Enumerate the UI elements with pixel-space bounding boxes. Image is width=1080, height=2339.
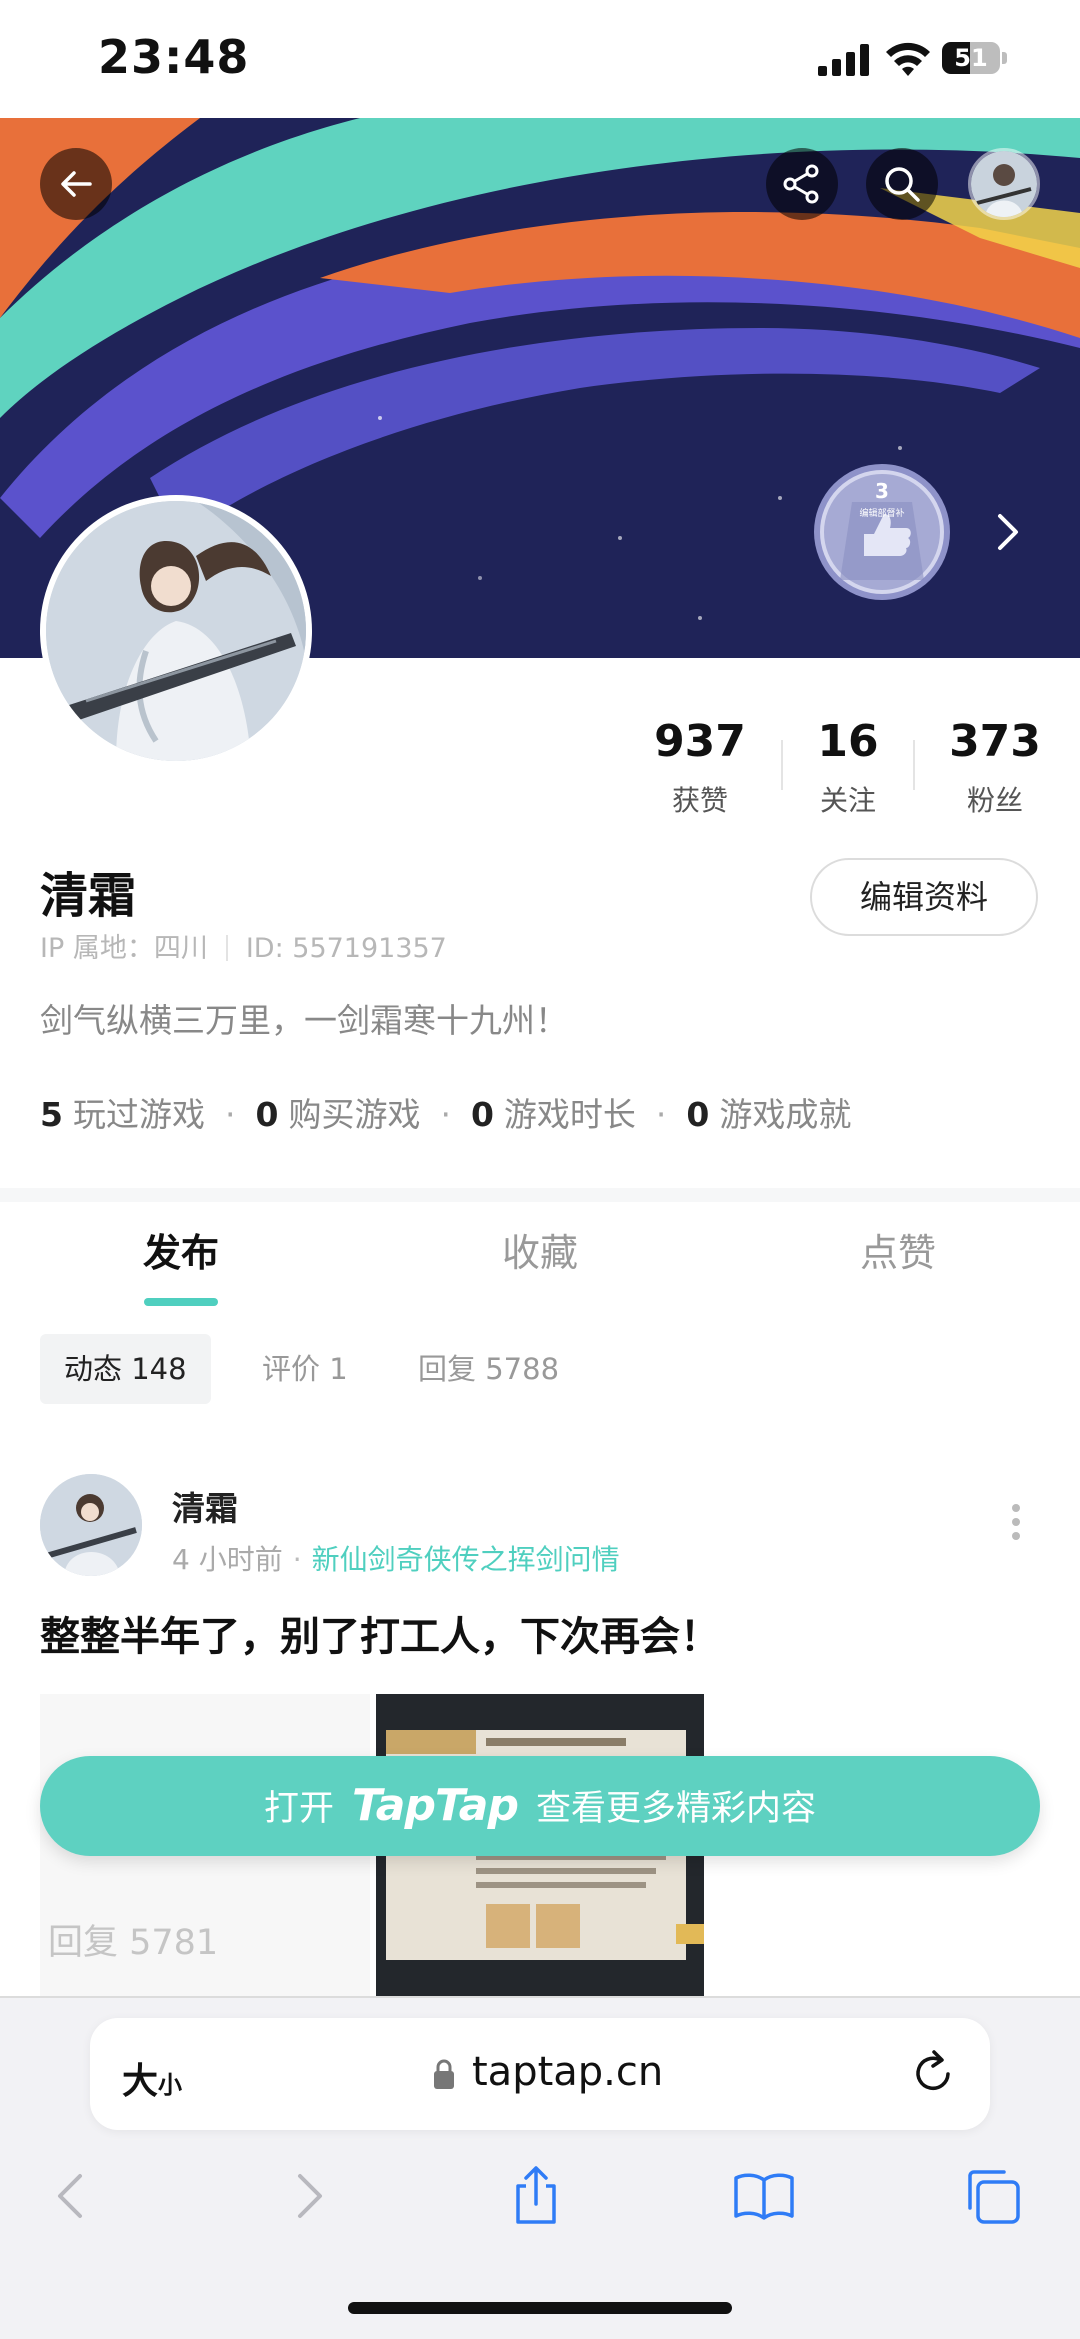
- cellular-signal-icon: [818, 44, 869, 76]
- taptap-logo: TapTap: [352, 1780, 519, 1831]
- search-icon: [885, 167, 920, 202]
- game-stats: 5 玩过游戏 · 0 购买游戏 · 0 游戏时长 · 0 游戏成就: [40, 1095, 852, 1134]
- tab-posts[interactable]: 发布: [61, 1222, 301, 1277]
- text-size-button[interactable]: 大小: [122, 2052, 182, 2104]
- subtab-reviews[interactable]: 评价 1: [238, 1334, 372, 1404]
- share-icon: [783, 164, 819, 204]
- following-label: 关注: [819, 784, 876, 817]
- battery-icon: 51: [942, 42, 1008, 76]
- tab-likes[interactable]: 点赞: [778, 1222, 1018, 1277]
- stat-likes[interactable]: 937 获赞: [640, 716, 760, 819]
- tab-indicator: [144, 1298, 218, 1306]
- user-id: ID: 557191357: [245, 933, 447, 964]
- status-time: 23:48: [98, 30, 250, 84]
- url-text[interactable]: taptap.cn: [472, 2049, 663, 2095]
- followers-count: 373: [949, 716, 1041, 767]
- status-bar: 23:48 51: [0, 0, 1080, 118]
- post-author-name[interactable]: 清霜: [172, 1482, 238, 1530]
- avatar-image: [46, 501, 306, 761]
- profile-bio: 剑气纵横三万里，一剑霜寒十九州！: [40, 1001, 568, 1040]
- likes-count: 937: [654, 716, 746, 767]
- back-button[interactable]: [40, 148, 112, 220]
- thumbs-up-medal-icon: 3 编辑部督补: [814, 464, 950, 600]
- stat-followers[interactable]: 373 粉丝: [930, 716, 1060, 819]
- medal-badge[interactable]: 3 编辑部督补: [812, 462, 952, 602]
- open-taptap-button[interactable]: 打开 TapTap 查看更多精彩内容: [40, 1756, 1040, 1856]
- chevron-right-icon[interactable]: [990, 510, 1026, 554]
- post-meta: 4 小时前 · 新仙剑奇侠传之挥剑问情: [172, 1543, 620, 1576]
- more-options-icon[interactable]: [1010, 1502, 1022, 1542]
- stat-divider: [913, 740, 915, 790]
- ip-location: IP 属地：四川: [40, 933, 208, 964]
- medal-level: 3: [875, 479, 889, 503]
- post-game-link[interactable]: 新仙剑奇侠传之挥剑问情: [312, 1543, 620, 1576]
- medal-text: 编辑部督补: [859, 507, 904, 519]
- following-count: 16: [817, 716, 879, 767]
- forward-nav-icon[interactable]: [276, 2164, 340, 2228]
- subtab-replies[interactable]: 回复 5788: [394, 1334, 583, 1404]
- reply-count: 回复 5781: [48, 1923, 219, 1963]
- wifi-icon: [886, 42, 930, 76]
- battery-level: 51: [954, 44, 988, 72]
- avatar-image: [40, 1474, 142, 1576]
- profile-name: 清霜: [40, 868, 137, 924]
- back-arrow-icon: [61, 171, 92, 197]
- reload-icon[interactable]: [910, 2048, 958, 2100]
- edit-profile-button[interactable]: 编辑资料: [810, 858, 1038, 936]
- achievements[interactable]: 0 游戏成就: [686, 1095, 851, 1134]
- share-button[interactable]: [766, 148, 838, 220]
- avatar-image: [971, 151, 1037, 217]
- profile-avatar[interactable]: [40, 495, 312, 767]
- stat-divider: [781, 740, 783, 790]
- back-nav-icon[interactable]: [40, 2164, 104, 2228]
- stat-following[interactable]: 16 关注: [800, 716, 896, 819]
- play-time[interactable]: 0 游戏时长: [471, 1095, 636, 1134]
- bookmarks-icon[interactable]: [732, 2164, 796, 2228]
- section-divider: [0, 1188, 1080, 1202]
- lock-icon: [434, 2059, 454, 2089]
- share-sheet-icon[interactable]: [504, 2164, 568, 2228]
- followers-label: 粉丝: [966, 784, 1023, 817]
- purchased-games[interactable]: 0 购买游戏: [255, 1095, 420, 1134]
- likes-label: 获赞: [671, 784, 728, 817]
- search-button[interactable]: [866, 148, 938, 220]
- post-time: 4 小时前: [172, 1543, 283, 1576]
- post-title[interactable]: 整整半年了，别了打工人，下次再会！: [40, 1604, 720, 1662]
- post-author-avatar[interactable]: [40, 1474, 142, 1576]
- tab-favorites[interactable]: 收藏: [420, 1222, 660, 1277]
- played-games[interactable]: 5 玩过游戏: [40, 1095, 205, 1134]
- home-indicator: [348, 2302, 732, 2314]
- subtab-moments[interactable]: 动态 148: [40, 1334, 211, 1404]
- tabs-icon[interactable]: [960, 2164, 1024, 2228]
- header-avatar[interactable]: [968, 148, 1040, 220]
- profile-meta: IP 属地：四川 ID: 557191357: [40, 926, 447, 965]
